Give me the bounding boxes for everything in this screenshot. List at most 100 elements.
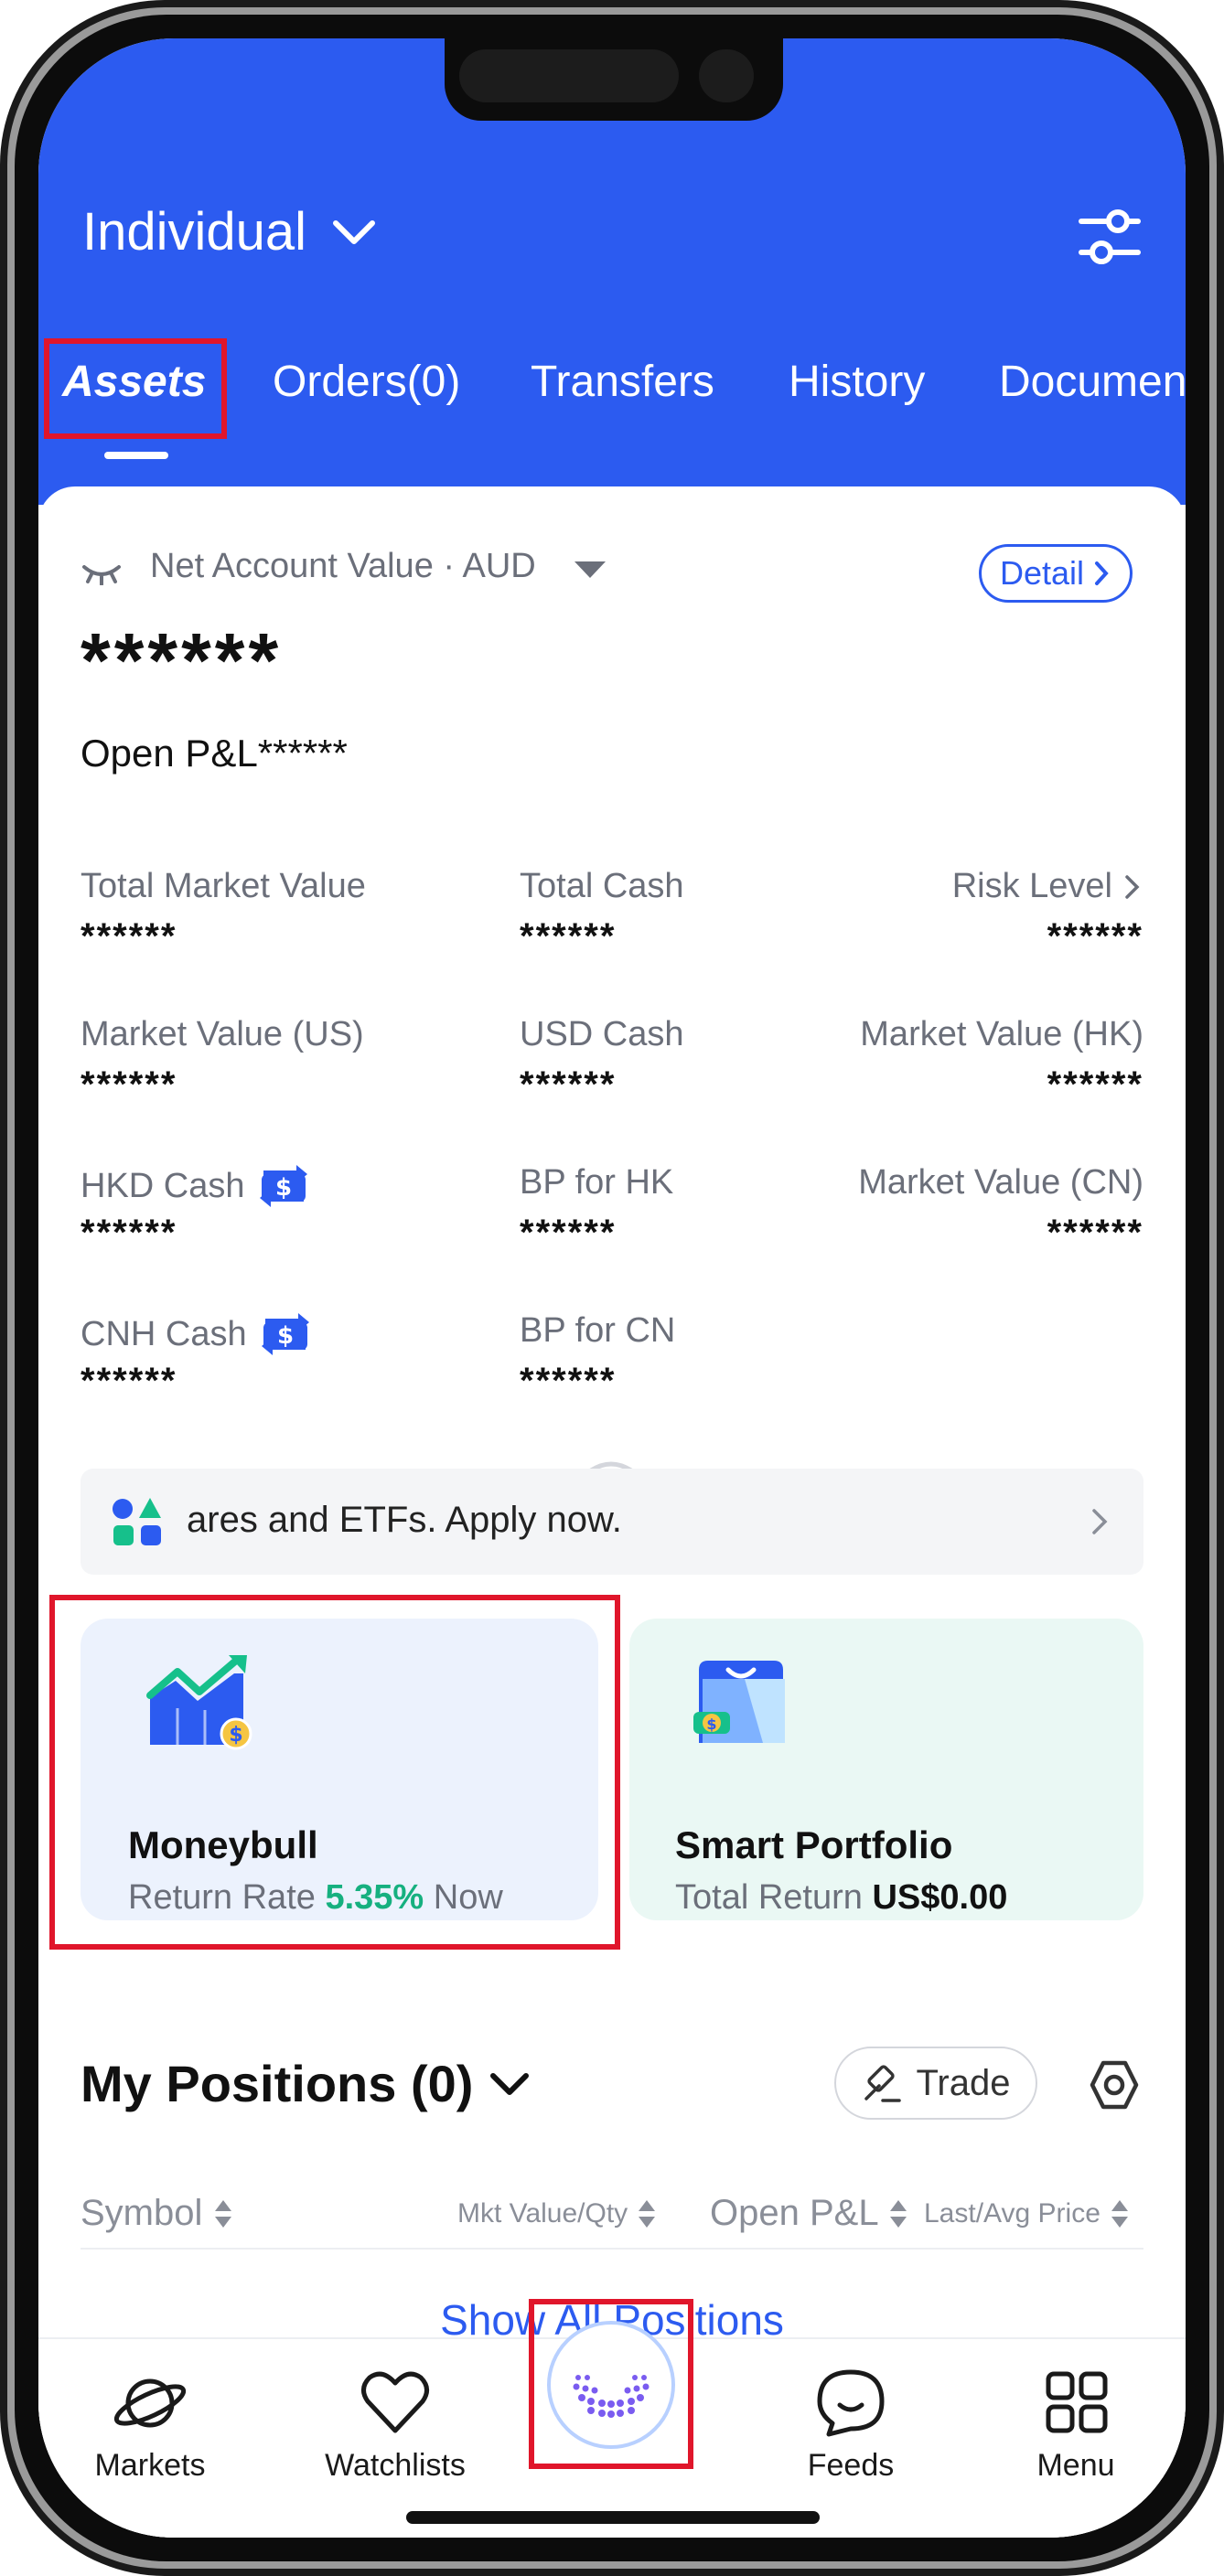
positions-dropdown[interactable]: My Positions (0) — [81, 2054, 531, 2113]
nav-menu[interactable]: Menu — [1012, 2367, 1140, 2484]
chat-bubble-icon — [817, 2369, 885, 2437]
metric-value: ****** — [81, 1361, 177, 1401]
sort-icon — [1111, 2200, 1128, 2228]
hkd-cash-row: HKD Cash $ — [81, 1163, 313, 1209]
nav-markets[interactable]: Markets — [86, 2367, 214, 2484]
metric-label: USD Cash — [520, 1015, 684, 1053]
wallet-icon: $ — [693, 1661, 785, 1743]
column-label: Symbol — [81, 2193, 203, 2233]
trade-button[interactable]: Trade — [834, 2047, 1037, 2120]
metric-value: ****** — [81, 1064, 177, 1105]
metric-label: Market Value (US) — [81, 1015, 364, 1053]
metric-value: ****** — [1047, 916, 1143, 957]
metric-label: CNH Cash — [81, 1314, 247, 1353]
ai-assistant-button[interactable] — [547, 2321, 675, 2449]
metric-label: BP for CN — [520, 1311, 676, 1350]
camera — [699, 49, 754, 102]
metric-label: Total Market Value — [81, 867, 366, 905]
grid-icon — [1046, 2371, 1108, 2433]
net-account-value: ****** — [81, 617, 283, 703]
home-indicator — [406, 2511, 820, 2524]
heart-icon — [361, 2371, 429, 2433]
currency-exchange-icon[interactable]: $ — [254, 1163, 313, 1209]
column-open-pl[interactable]: Open P&L — [710, 2193, 908, 2234]
cnh-cash-row: CNH Cash $ — [81, 1311, 315, 1357]
caret-down-icon[interactable] — [573, 558, 607, 580]
chevron-right-icon — [1095, 561, 1109, 585]
metric-value: ****** — [81, 1213, 177, 1253]
net-account-label: Net Account Value · AUD — [150, 547, 536, 585]
rate-value: 5.35% — [325, 1878, 424, 1917]
column-mkt-value[interactable]: Mkt Value/Qty — [457, 2198, 657, 2229]
screen: Individual Assets Orders(0) Transfers Hi… — [38, 38, 1186, 2538]
gavel-icon — [864, 2065, 902, 2102]
active-tab-indicator — [104, 452, 168, 459]
banner-text: ares and ETFs. Apply now. — [187, 1500, 622, 1540]
speaker — [459, 49, 679, 102]
metric-label: Market Value (CN) — [858, 1163, 1143, 1202]
chevron-down-icon — [333, 219, 376, 244]
svg-text:$: $ — [229, 1724, 242, 1747]
metric-value: ****** — [81, 916, 177, 957]
return-label: Total Return — [675, 1878, 863, 1917]
metric-value: ****** — [520, 1361, 617, 1401]
settings-icon[interactable] — [1089, 2059, 1140, 2111]
metric-value: ****** — [520, 1064, 617, 1105]
chevron-down-icon — [490, 2072, 530, 2095]
risk-level-link[interactable]: Risk Level — [952, 867, 1143, 906]
tab-history[interactable]: History — [789, 357, 925, 407]
metric-label: Risk Level — [951, 867, 1112, 905]
column-symbol[interactable]: Symbol — [81, 2193, 233, 2234]
eye-closed-icon[interactable] — [81, 558, 123, 585]
metric-value: ****** — [520, 1213, 617, 1253]
rate-suffix: Now — [433, 1878, 503, 1917]
smart-portfolio-title: Smart Portfolio — [675, 1823, 953, 1866]
column-label: Open P&L — [710, 2193, 879, 2233]
positions-title: My Positions (0) — [81, 2055, 474, 2112]
tab-documents[interactable]: Documen — [999, 357, 1186, 407]
svg-text:$: $ — [706, 1716, 716, 1733]
metric-label: HKD Cash — [81, 1166, 245, 1205]
nav-feeds[interactable]: Feeds — [787, 2367, 915, 2484]
moneybull-title: Moneybull — [128, 1823, 318, 1866]
trade-label: Trade — [916, 2062, 1011, 2103]
sort-icon — [215, 2199, 232, 2228]
notch — [445, 38, 783, 121]
nav-label: Watchlists — [325, 2448, 466, 2483]
sort-icon — [639, 2200, 656, 2228]
smart-portfolio-return: Total Return US$0.00 — [675, 1878, 1007, 1918]
metric-value: ****** — [1047, 1064, 1143, 1105]
metric-label: Total Cash — [520, 867, 684, 905]
column-label: Last/Avg Price — [924, 2198, 1101, 2229]
moneybull-rate: Return Rate 5.35% Now — [128, 1878, 503, 1918]
svg-text:$: $ — [274, 1174, 291, 1202]
tab-orders[interactable]: Orders(0) — [273, 357, 460, 407]
return-value: US$0.00 — [872, 1878, 1008, 1917]
metric-value: ****** — [520, 916, 617, 957]
filter-settings-icon[interactable] — [1078, 205, 1142, 269]
metric-label: Market Value (HK) — [860, 1015, 1143, 1053]
rate-label: Return Rate — [128, 1878, 316, 1917]
sort-icon — [889, 2199, 907, 2228]
tab-transfers[interactable]: Transfers — [531, 357, 714, 407]
detail-button[interactable]: Detail — [979, 544, 1133, 603]
tab-assets[interactable]: Assets — [62, 357, 206, 407]
column-last-avg-price[interactable]: Last/Avg Price — [924, 2198, 1130, 2229]
apps-icon — [113, 1498, 161, 1545]
nav-watchlists[interactable]: Watchlists — [304, 2367, 487, 2484]
account-selector[interactable]: Individual — [82, 201, 378, 262]
detail-label: Detail — [999, 554, 1085, 592]
planet-icon — [113, 2378, 187, 2428]
chevron-right-icon — [1125, 874, 1140, 899]
metric-label: BP for HK — [520, 1163, 674, 1202]
ai-assistant-icon — [573, 2375, 650, 2418]
column-label: Mkt Value/Qty — [457, 2198, 628, 2229]
nav-label: Menu — [1036, 2448, 1115, 2483]
chevron-right-icon — [1092, 1509, 1108, 1534]
nav-label: Feeds — [807, 2448, 895, 2483]
nav-label: Markets — [94, 2448, 206, 2483]
currency-exchange-icon[interactable]: $ — [256, 1311, 315, 1357]
metric-value: ****** — [1047, 1213, 1143, 1253]
divider — [81, 2248, 1143, 2250]
svg-text:$: $ — [277, 1322, 294, 1350]
